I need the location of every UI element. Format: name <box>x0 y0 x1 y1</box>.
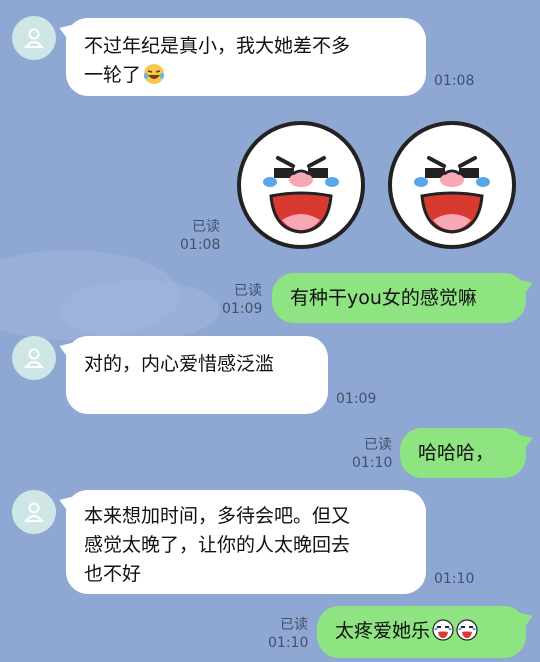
crying-laughing-face-emoji-icon <box>432 619 454 641</box>
message-text: 也不好 <box>84 563 142 585</box>
read-status: 已读 <box>192 219 220 235</box>
message-bubble[interactable]: 哈哈哈， <box>400 428 526 478</box>
message-bubble[interactable]: 对的，内心爱惜感泛滥 <box>66 336 328 414</box>
message-text: 一轮了 <box>84 61 408 90</box>
user-icon <box>23 28 45 48</box>
message-text: 不过年纪是真小，我大她差不多 <box>84 35 351 57</box>
message-bubble[interactable]: 不过年纪是真小，我大她差不多 一轮了 <box>66 18 426 96</box>
read-status: 已读 <box>364 437 392 453</box>
timestamp: 01:10 <box>434 571 475 587</box>
timestamp: 01:08 <box>434 73 475 89</box>
timestamp: 01:09 <box>336 391 377 407</box>
message-text: 有种干you女的感觉嘛 <box>290 287 477 309</box>
avatar[interactable] <box>12 16 56 60</box>
message-text: 感觉太晚了，让你的人太晚回去 <box>84 534 351 556</box>
message-text: 太疼爱她乐 <box>335 620 431 642</box>
read-status: 已读 <box>234 283 262 299</box>
message-text: 哈哈哈， <box>418 442 495 464</box>
read-status: 已读 <box>280 617 308 633</box>
avatar[interactable] <box>12 490 56 534</box>
timestamp: 01:08 <box>180 237 221 253</box>
timestamp: 01:10 <box>352 455 393 471</box>
avatar[interactable] <box>12 336 56 380</box>
timestamp: 01:09 <box>222 301 263 317</box>
timestamp: 01:10 <box>268 635 309 651</box>
crying-laughing-face-emoji-icon <box>456 619 478 641</box>
message-bubble[interactable]: 本来想加时间，多待会吧。但又 感觉太晚了，让你的人太晚回去 也不好 <box>66 490 426 594</box>
laughing-tears-emoji-icon <box>144 64 165 84</box>
message-text: 对的，内心爱惜感泛滥 <box>84 353 275 375</box>
sticker-crying-laughing-face[interactable] <box>236 120 366 250</box>
sticker-crying-laughing-face[interactable] <box>387 120 517 250</box>
message-text: 本来想加时间，多待会吧。但又 <box>84 505 351 527</box>
user-icon <box>23 348 45 368</box>
message-bubble[interactable]: 有种干you女的感觉嘛 <box>272 273 526 323</box>
user-icon <box>23 502 45 522</box>
message-bubble[interactable]: 太疼爱她乐 <box>317 606 526 658</box>
